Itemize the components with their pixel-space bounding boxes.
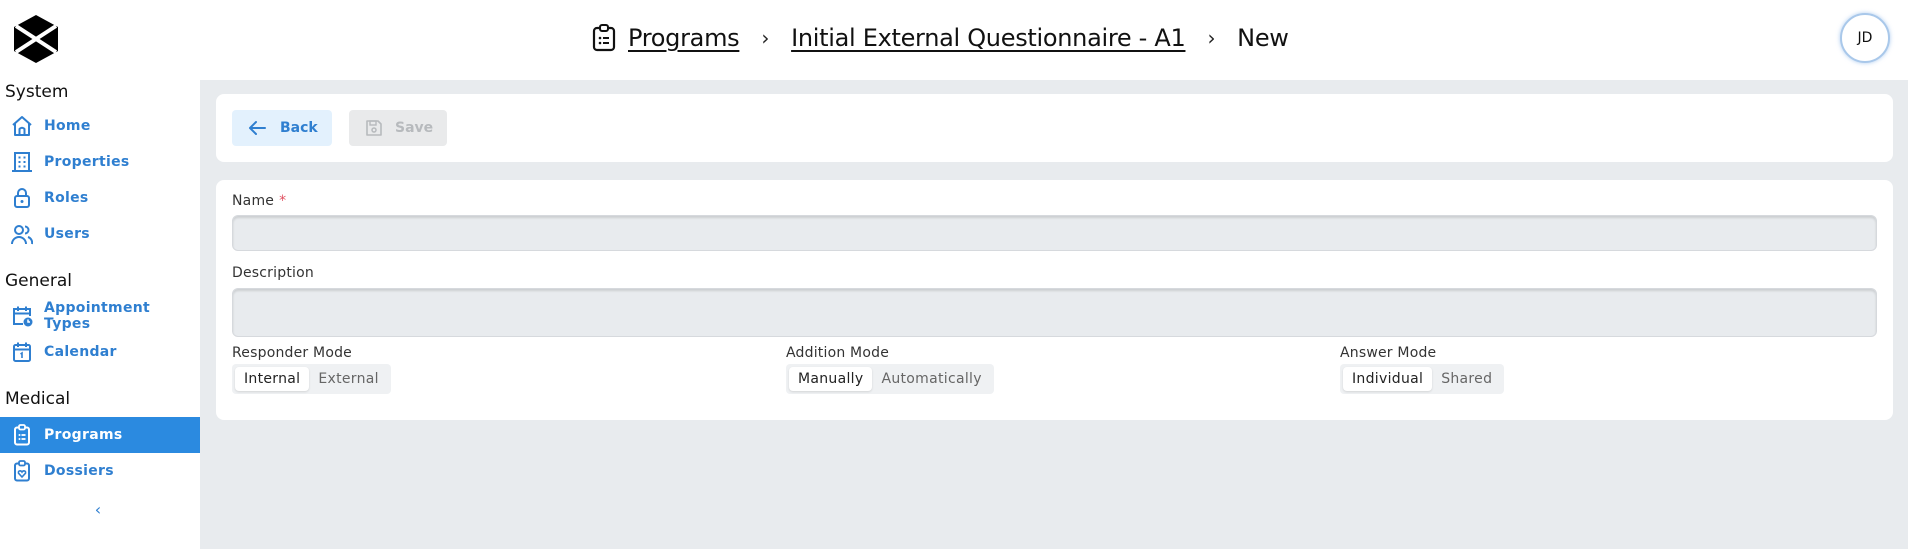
sidebar-item-label: Roles (44, 190, 89, 206)
responder-mode-label: Responder Mode (232, 345, 352, 361)
clipboard-heart-icon (11, 460, 33, 482)
floppy-disk-icon (365, 119, 383, 137)
name-label-text: Name (232, 193, 275, 209)
description-label: Description (232, 265, 314, 281)
breadcrumb-current: New (1237, 24, 1289, 52)
sidebar-item-dossiers[interactable]: Dossiers (0, 454, 200, 488)
answer-mode-shared[interactable]: Shared (1432, 367, 1501, 391)
toolbar-card: Back Save (216, 94, 1893, 162)
addition-mode-automatically[interactable]: Automatically (872, 367, 990, 391)
calendar-clock-icon (11, 305, 33, 327)
addition-mode-toggle: Manually Automatically (786, 364, 994, 394)
addition-mode-group: Addition Mode Manually Automatically (786, 345, 994, 394)
breadcrumb-programs[interactable]: Programs (628, 24, 740, 52)
sidebar-item-label: Dossiers (44, 463, 114, 479)
save-label: Save (395, 120, 434, 136)
answer-mode-group: Answer Mode Individual Shared (1340, 345, 1505, 394)
program-form: Name * Description Responder Mode Interna… (216, 180, 1893, 420)
users-icon (11, 223, 33, 245)
addition-mode-manually[interactable]: Manually (789, 367, 873, 391)
top-bar: Programs › Initial External Questionnair… (0, 0, 1908, 80)
description-input[interactable] (232, 288, 1877, 337)
sidebar-item-label: Properties (44, 154, 130, 170)
sidebar-item-label: Programs (44, 427, 123, 443)
sidebar-item-programs[interactable]: Programs (0, 417, 200, 453)
responder-mode-external[interactable]: External (309, 367, 388, 391)
breadcrumb-separator: › (1207, 26, 1216, 50)
sidebar-item-label: Calendar (44, 344, 117, 360)
app-logo[interactable] (14, 15, 58, 63)
responder-mode-toggle: Internal External (232, 364, 391, 394)
responder-mode-internal[interactable]: Internal (235, 367, 310, 391)
sidebar-item-label: Appointment Types (44, 300, 150, 332)
required-indicator: * (279, 193, 287, 209)
lock-icon (11, 187, 33, 209)
sidebar-item-label: Users (44, 226, 90, 242)
answer-mode-individual[interactable]: Individual (1343, 367, 1433, 391)
back-button[interactable]: Back (232, 110, 332, 146)
save-button[interactable]: Save (349, 110, 447, 146)
building-icon (11, 151, 33, 173)
arrow-left-icon (248, 120, 266, 136)
breadcrumb: Programs › Initial External Questionnair… (592, 18, 1289, 58)
sidebar-item-calendar[interactable]: Calendar (0, 335, 200, 369)
collapse-sidebar-button[interactable]: ‹ (90, 500, 106, 520)
user-avatar[interactable]: JD (1840, 13, 1890, 63)
breadcrumb-questionnaire[interactable]: Initial External Questionnaire - A1 (791, 24, 1186, 52)
calendar-icon (11, 341, 33, 363)
home-icon (11, 115, 33, 137)
addition-mode-label: Addition Mode (786, 345, 890, 361)
clipboard-list-icon (592, 24, 616, 52)
sidebar-item-users[interactable]: Users (0, 217, 200, 251)
clipboard-list-icon (11, 424, 33, 446)
sidebar-item-label: Home (44, 118, 91, 134)
sidebar: System Home Properties Roles Users Gener… (0, 80, 200, 549)
section-title-medical: Medical (5, 389, 71, 409)
breadcrumb-separator: › (761, 26, 770, 50)
sidebar-item-properties[interactable]: Properties (0, 145, 200, 179)
answer-mode-label: Answer Mode (1340, 345, 1437, 361)
sidebar-item-roles[interactable]: Roles (0, 181, 200, 215)
section-title-system: System (5, 82, 69, 102)
logo-icon (14, 15, 58, 63)
name-label: Name * (232, 193, 286, 209)
sidebar-item-appointment-types[interactable]: Appointment Types (0, 299, 200, 333)
sidebar-item-home[interactable]: Home (0, 109, 200, 143)
responder-mode-group: Responder Mode Internal External (232, 345, 391, 394)
section-title-general: General (5, 271, 72, 291)
back-label: Back (280, 120, 318, 136)
answer-mode-toggle: Individual Shared (1340, 364, 1505, 394)
main-content: Back Save Name * Description Responder Mo… (200, 80, 1908, 549)
name-input[interactable] (232, 215, 1877, 251)
